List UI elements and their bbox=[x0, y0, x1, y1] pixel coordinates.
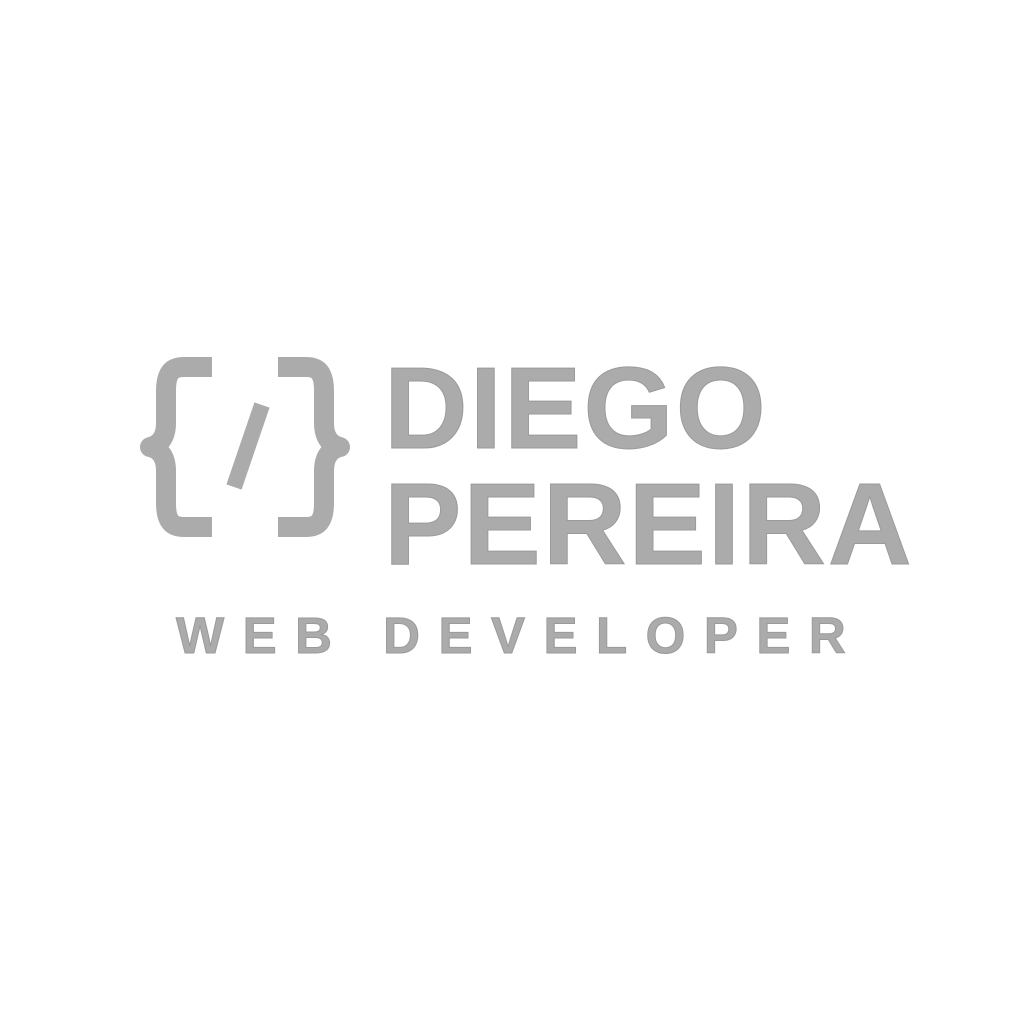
right-curly-brace-shape bbox=[278, 357, 350, 537]
left-curly-brace-shape bbox=[140, 357, 212, 537]
code-brackets-slash-icon bbox=[140, 357, 350, 537]
brand-tagline: WEB DEVELOPER bbox=[175, 607, 865, 664]
brand-first-name: DIEGO bbox=[384, 343, 768, 473]
logo-canvas: DIEGO PEREIRA WEB DEVELOPER bbox=[0, 0, 1024, 1024]
slash-shape bbox=[226, 402, 270, 490]
brand-last-name: PEREIRA bbox=[384, 459, 914, 589]
